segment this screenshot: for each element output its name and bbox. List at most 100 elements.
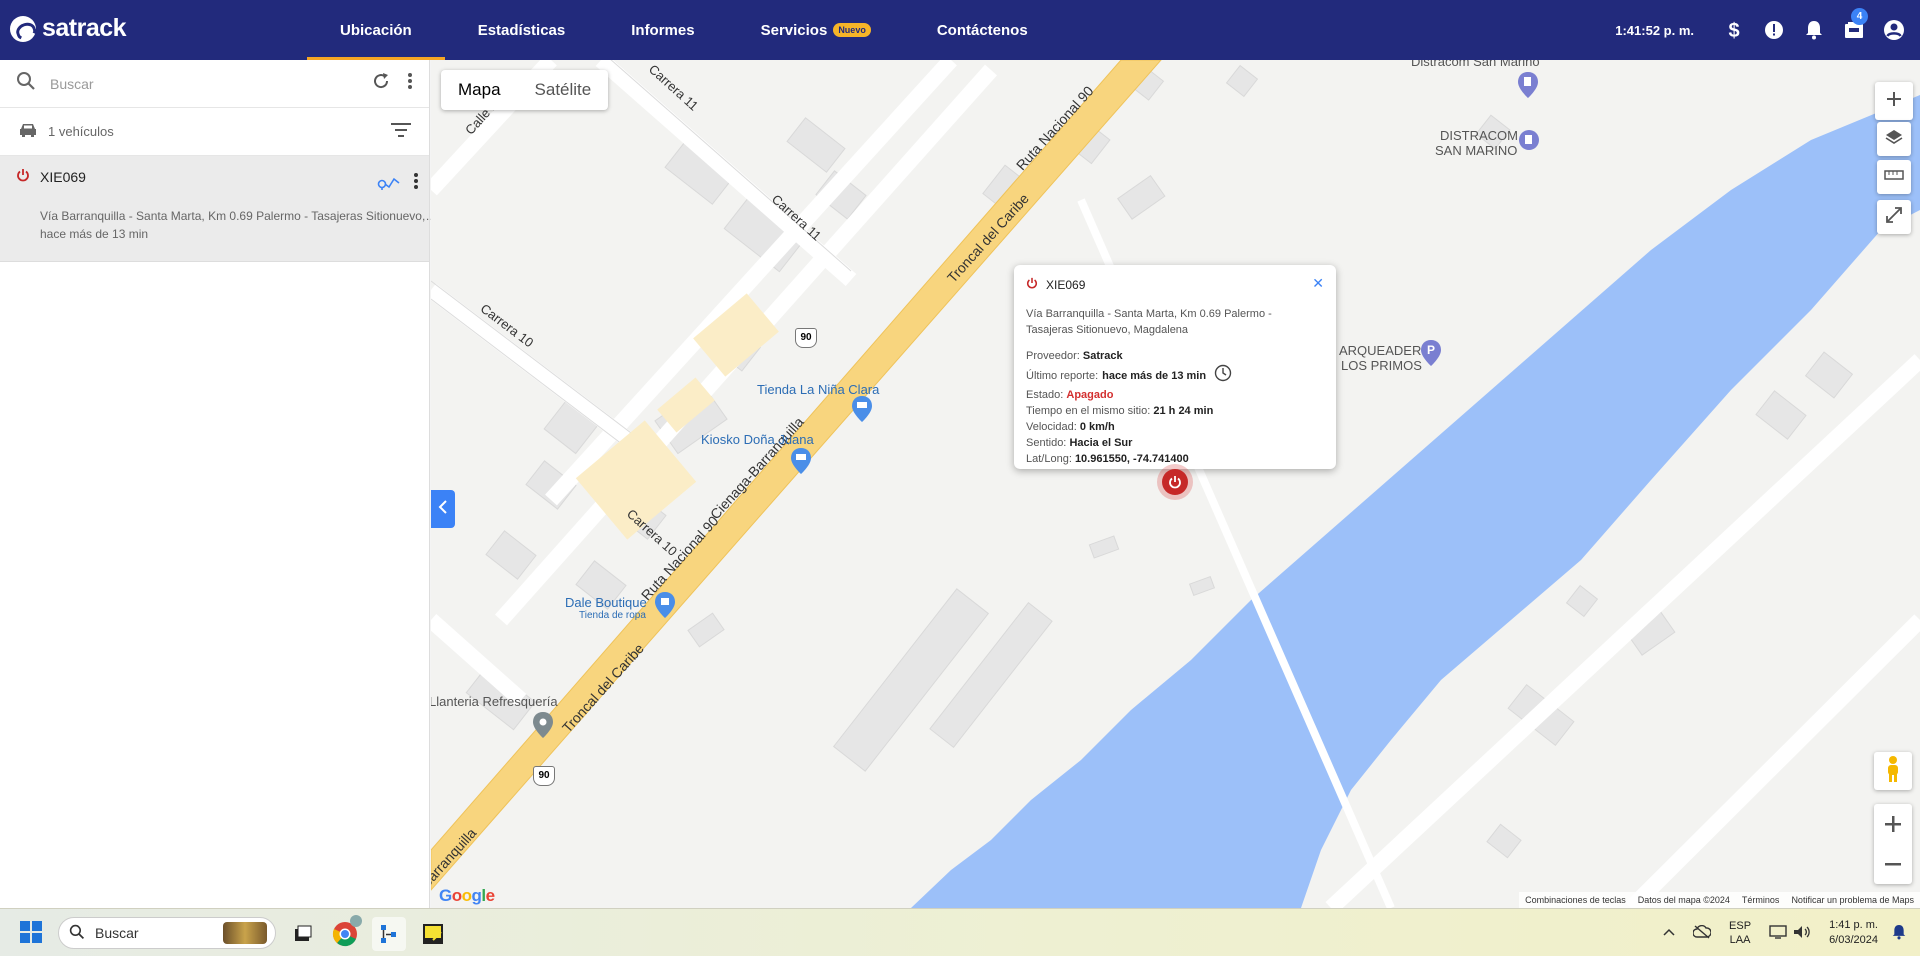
map-type-satelite[interactable]: Satélite: [518, 70, 609, 110]
nav-informes[interactable]: Informes: [598, 0, 727, 60]
vehicle-marker[interactable]: [1157, 464, 1193, 500]
nav-contactenos[interactable]: Contáctenos: [904, 0, 1061, 60]
volume-icon[interactable]: [1793, 925, 1811, 942]
chrome-icon[interactable]: [328, 915, 362, 951]
map-type-toggle: Mapa Satélite: [441, 70, 609, 110]
poi-distracom-1[interactable]: DISTRACOM: [1440, 128, 1518, 143]
street-view-button[interactable]: [1874, 752, 1912, 790]
vehicle-address: Vía Barranquilla - Santa Marta, Km 0.69 …: [40, 209, 440, 223]
layers-button[interactable]: [1877, 122, 1911, 156]
nav-servicios[interactable]: Servicios Nuevo: [728, 0, 904, 60]
gas-station-icon[interactable]: [1519, 130, 1539, 155]
search-icon: [16, 71, 36, 96]
popup-speed-value: 0 km/h: [1079, 421, 1115, 433]
chevron-up-icon[interactable]: [1663, 927, 1675, 939]
poi-llanteria[interactable]: Llanteria Refresquería: [431, 694, 558, 709]
popup-provider-value: Satrack: [1082, 350, 1123, 362]
route-shield-90: 90: [795, 328, 817, 348]
bell-icon[interactable]: [1794, 0, 1834, 60]
popup-plate: XIE069: [1046, 277, 1086, 292]
car-icon: [18, 122, 38, 141]
taskbar-search[interactable]: Buscar: [58, 917, 276, 949]
zoom-out-icon[interactable]: [1884, 844, 1902, 884]
nav-estadisticas[interactable]: Estadísticas: [445, 0, 599, 60]
sticky-notes-icon[interactable]: [416, 917, 450, 951]
popup-provider-row: Proveedor: Satrack: [1026, 348, 1324, 364]
top-navbar: satrack Ubicación Estadísticas Informes …: [0, 0, 1920, 60]
pegman-icon: [1884, 755, 1902, 788]
popup-title: XIE069: [1026, 277, 1324, 292]
poi-distracom-2[interactable]: SAN MARINO: [1435, 143, 1517, 158]
gas-station-icon[interactable]: [1518, 72, 1538, 103]
chrome-badge: [350, 915, 362, 927]
zoom-in-icon[interactable]: [1884, 804, 1902, 844]
report-problem-link[interactable]: Notificar un problema de Maps: [1791, 895, 1914, 905]
poi-distracom-top[interactable]: Distracom San Marino: [1411, 60, 1540, 69]
shopping-cart-icon[interactable]: [852, 396, 872, 427]
search-input[interactable]: [50, 75, 371, 92]
map-canvas[interactable]: Carrera 11 Carrera 11 Carrera 10 Carrera…: [431, 60, 1920, 908]
vehicle-last-report: hace más de 13 min: [40, 227, 149, 241]
collapse-sidebar-button[interactable]: [431, 490, 455, 528]
power-off-icon: [1026, 277, 1038, 292]
display-icon[interactable]: [1769, 924, 1787, 942]
popup-last-report-value: hace más de 13 min: [1102, 369, 1207, 382]
nav-contactenos-label: Contáctenos: [936, 21, 1028, 39]
inbox-icon[interactable]: 4: [1834, 0, 1874, 60]
main-nav: Ubicación Estadísticas Informes Servicio…: [307, 0, 1061, 60]
search-bar: [0, 60, 429, 108]
zoom-in-top-button[interactable]: [1875, 82, 1913, 120]
map-footer: Combinaciones de teclas Datos del mapa ©…: [1519, 892, 1920, 908]
route-shield-label: 90: [538, 770, 550, 781]
account-icon[interactable]: [1874, 0, 1914, 60]
taskbar-clock[interactable]: 1:41 p. m. 6/03/2024: [1829, 918, 1878, 948]
popup-last-report-row: Último reporte: hace más de 13 min: [1026, 364, 1324, 387]
poi-tienda[interactable]: Tienda La Niña Clara: [757, 382, 879, 397]
task-view-icon[interactable]: [286, 917, 320, 951]
vehicle-more-icon[interactable]: [413, 172, 419, 195]
fullscreen-button[interactable]: [1877, 200, 1911, 234]
popup-direction-value: Hacia el Sur: [1069, 437, 1133, 449]
svg-text:$: $: [1728, 20, 1739, 41]
notification-bell-icon[interactable]: [1892, 924, 1906, 943]
popup-same-site-value: 21 h 24 min: [1153, 405, 1214, 417]
shopping-bag-icon[interactable]: [655, 592, 675, 623]
parking-icon[interactable]: P: [1421, 340, 1441, 371]
shopping-cart-icon[interactable]: [791, 448, 811, 479]
cloud-offline-icon[interactable]: [1692, 924, 1712, 942]
satrack-logo[interactable]: satrack: [10, 14, 127, 43]
language-indicator[interactable]: ESP LAA: [1729, 919, 1751, 947]
alert-icon[interactable]: [1754, 0, 1794, 60]
more-options-icon[interactable]: [407, 72, 413, 95]
filter-icon[interactable]: [391, 123, 411, 140]
network-app-icon[interactable]: [372, 917, 406, 951]
map-data-attribution: Datos del mapa ©2024: [1637, 895, 1730, 905]
nav-ubicacion[interactable]: Ubicación: [307, 0, 445, 60]
layers-icon: [1885, 129, 1903, 150]
dollar-icon[interactable]: $: [1714, 0, 1754, 60]
taskbar-search-placeholder: Buscar: [95, 925, 139, 941]
close-icon[interactable]: ✕: [1312, 275, 1324, 292]
location-pin-icon[interactable]: [533, 712, 553, 743]
poi-parqueadero-2[interactable]: LOS PRIMOS: [1341, 358, 1422, 373]
popup-latlong-label: Lat/Long:: [1026, 453, 1072, 465]
map-type-mapa[interactable]: Mapa: [441, 70, 518, 110]
poi-boutique[interactable]: Dale Boutique: [565, 595, 647, 610]
windows-start-icon[interactable]: [20, 921, 42, 948]
vehicle-header: XIE069: [16, 168, 413, 185]
poi-kiosko[interactable]: Kiosko Doña Juana: [701, 432, 814, 447]
vehicles-count-label: 1 vehículos: [48, 124, 114, 139]
poi-parqueadero-1[interactable]: ARQUEADERO: [1339, 343, 1431, 358]
route-icon[interactable]: [377, 170, 401, 197]
refresh-icon[interactable]: [371, 71, 391, 96]
nav-servicios-label: Servicios: [760, 21, 828, 39]
keyboard-shortcuts-link[interactable]: Combinaciones de teclas: [1525, 895, 1626, 905]
vehicle-list-item[interactable]: XIE069 Vía Barranquilla - Santa Marta, K…: [0, 156, 440, 262]
brand-name: satrack: [42, 14, 127, 42]
windows-taskbar: Buscar ESP LAA 1:41 p. m. 6/03/2024: [0, 908, 1920, 956]
vehicle-actions: [377, 170, 419, 197]
popup-address: Vía Barranquilla - Santa Marta, Km 0.69 …: [1026, 308, 1272, 336]
terms-link[interactable]: Términos: [1742, 895, 1780, 905]
measure-button[interactable]: [1877, 160, 1911, 194]
popup-direction-label: Sentido:: [1026, 437, 1067, 449]
